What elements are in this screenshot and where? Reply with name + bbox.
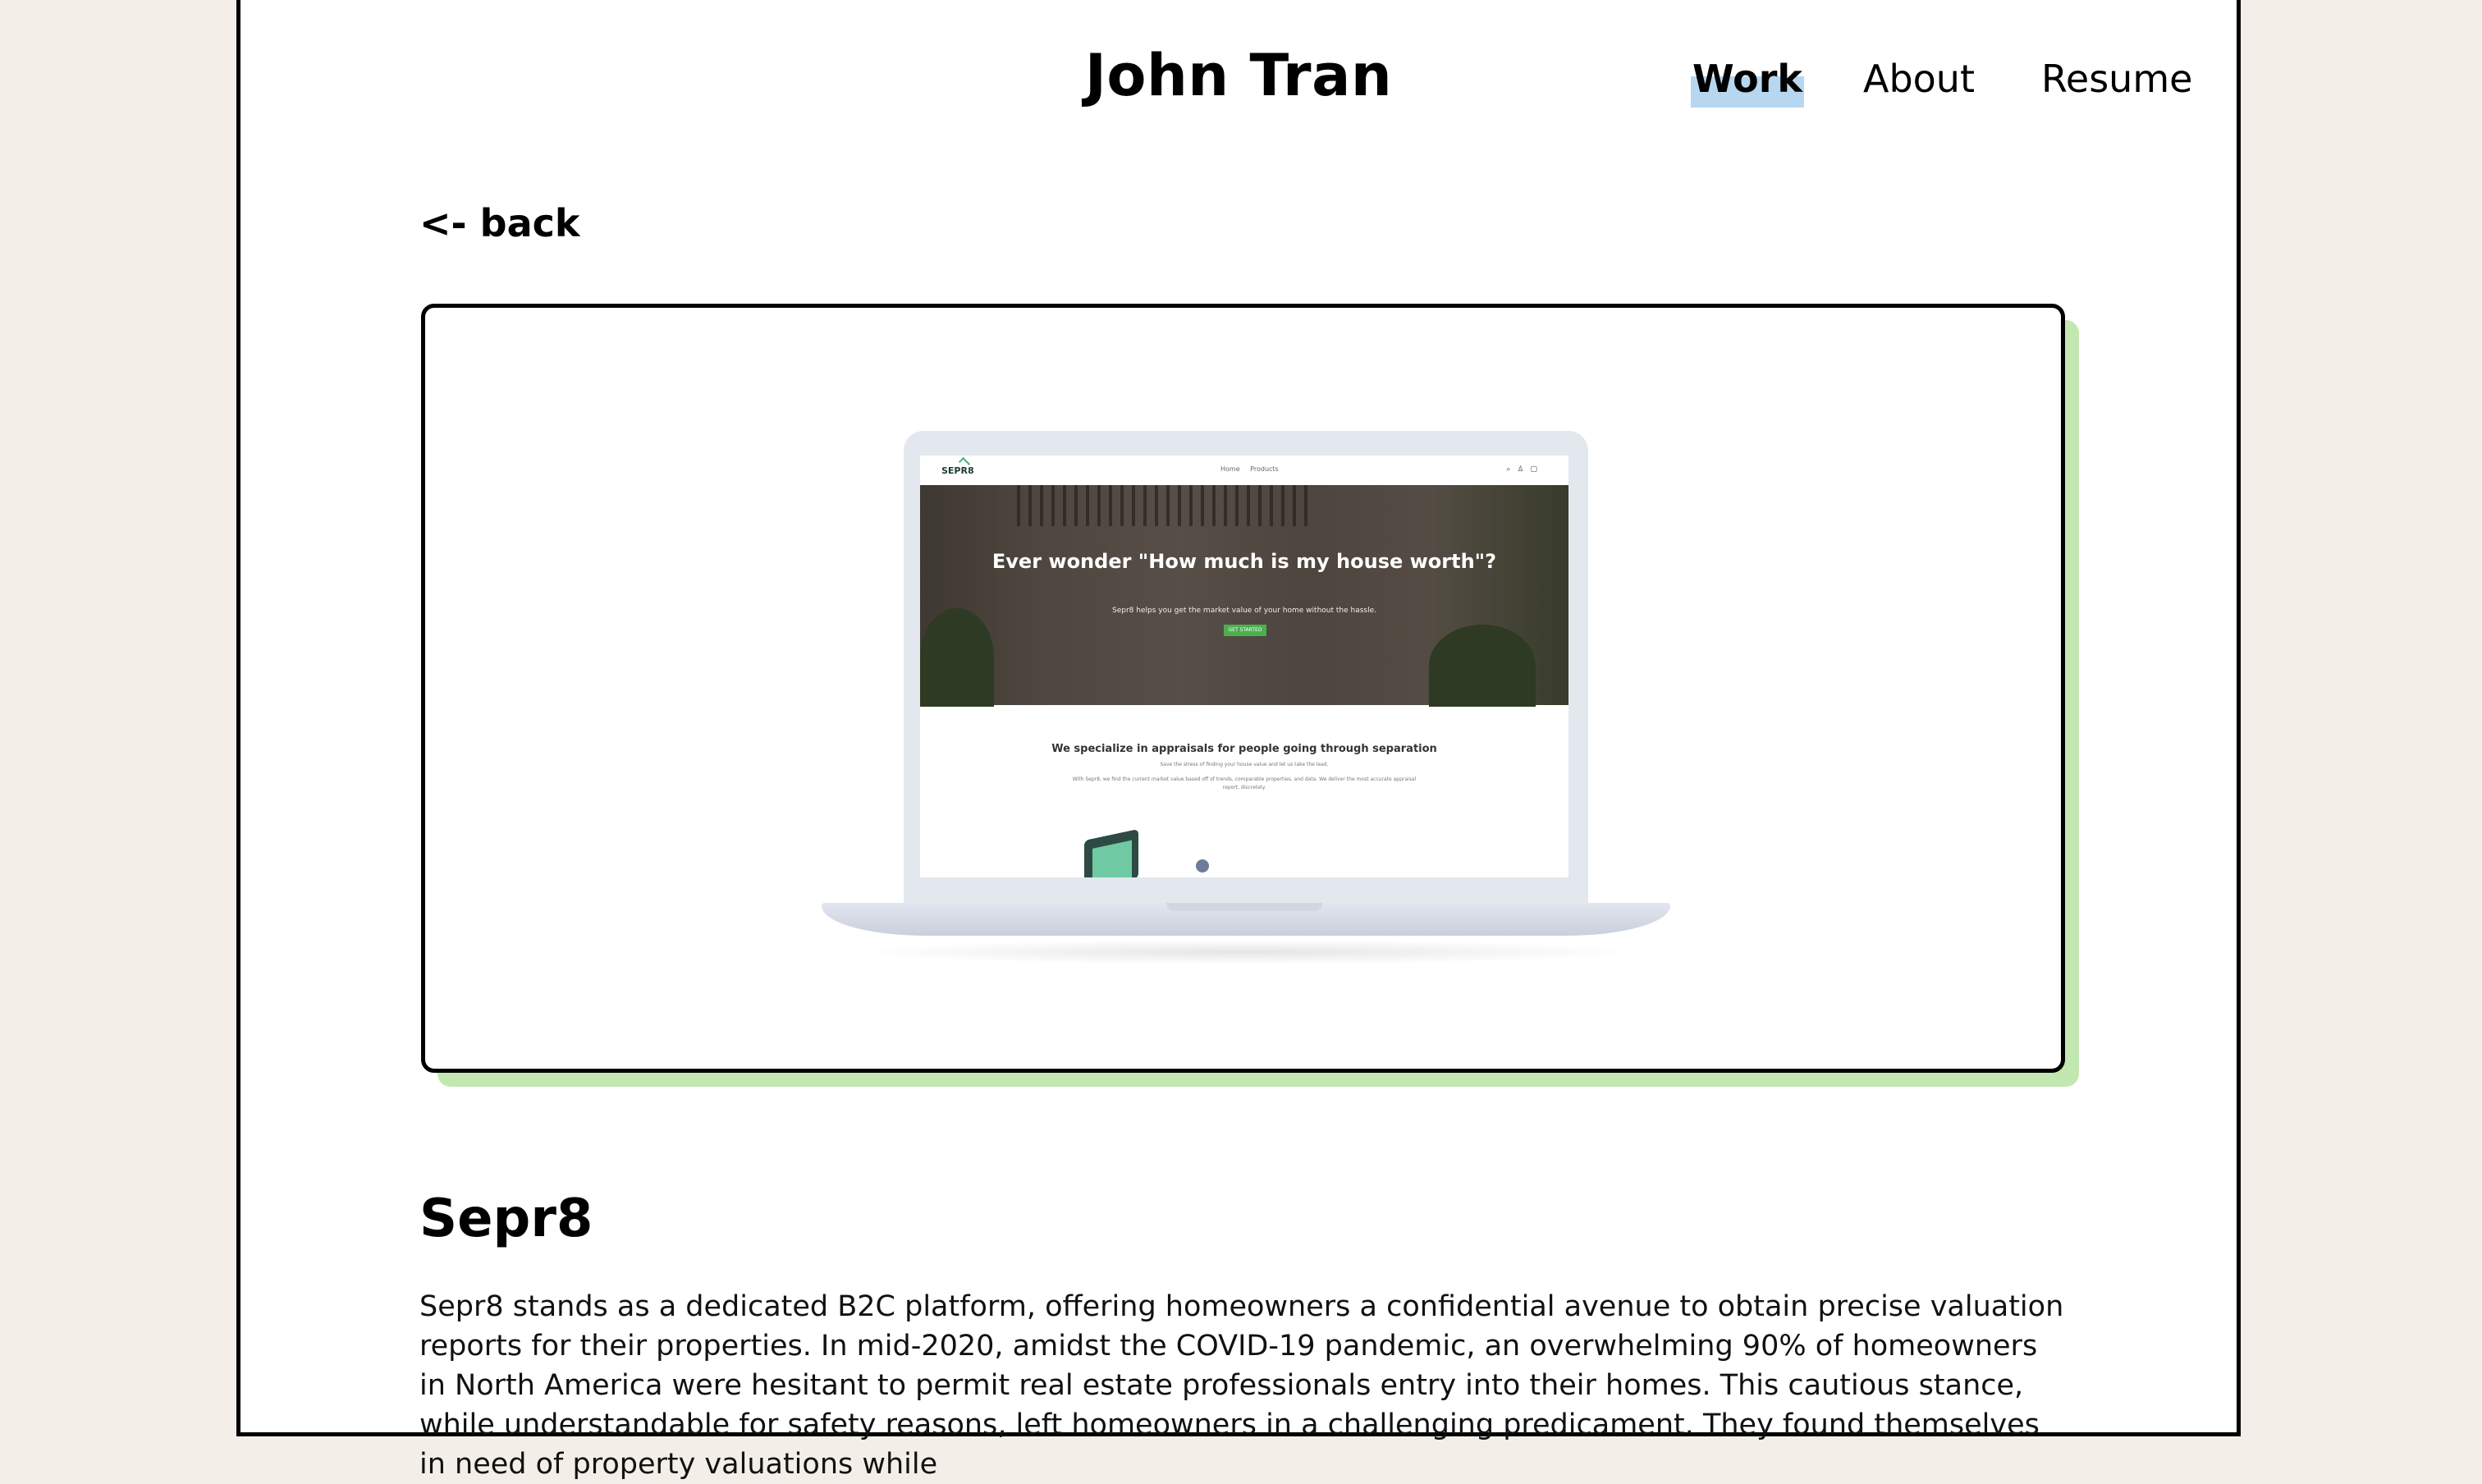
user-icon: ♙ — [1517, 465, 1531, 474]
hero-tree-decoration — [920, 608, 994, 707]
mockup-hero-title: Ever wonder "How much is my house worth"… — [991, 550, 1497, 573]
project-title: Sepr8 — [419, 1188, 593, 1249]
laptop-shadow — [852, 940, 1640, 964]
mockup-hero-subtitle: Sepr8 helps you get the market value of … — [1112, 607, 1376, 615]
search-icon: ⌕ — [1506, 465, 1518, 474]
mockup-icons: ⌕♙▢ — [1506, 465, 1544, 474]
mockup-section-text: Save the stress of finding your house va… — [1160, 762, 1329, 767]
mockup-logo: SEPR8 — [941, 456, 974, 476]
project-image-frame: SEPR8 Home Products ⌕♙▢ Ever wonder "How… — [421, 304, 2065, 1073]
main-nav: Work About Resume — [240, 57, 2237, 114]
hero-tree-decoration — [1429, 625, 1536, 707]
cart-icon: ▢ — [1530, 465, 1544, 474]
mockup-hero: Ever wonder "How much is my house worth"… — [920, 485, 1568, 707]
project-description: Sepr8 stands as a dedicated B2C platform… — [419, 1290, 2064, 1481]
mockup-nav: SEPR8 Home Products ⌕♙▢ — [920, 456, 1568, 485]
back-link[interactable]: <- back — [419, 201, 579, 245]
mockup-hero-button: GET STARTED — [1224, 625, 1266, 636]
mockup-link-home: Home — [1220, 465, 1240, 473]
laptop-notch — [1166, 903, 1322, 911]
person-illustration — [1196, 859, 1209, 873]
laptop-mockup: SEPR8 Home Products ⌕♙▢ Ever wonder "How… — [904, 431, 1588, 907]
nav-item-resume[interactable]: Resume — [2041, 57, 2192, 101]
hero-balcony-decoration — [1017, 485, 1308, 526]
mockup-link-products: Products — [1250, 465, 1279, 473]
mockup-section-text: With Sepr8, we find the current market v… — [1072, 776, 1417, 790]
nav-item-label: Work — [1692, 57, 1802, 101]
nav-item-work[interactable]: Work — [1691, 57, 1804, 108]
mockup-section-title: We specialize in appraisals for people g… — [1051, 743, 1437, 755]
mockup-links: Home Products — [1220, 465, 1287, 473]
laptop-screen: SEPR8 Home Products ⌕♙▢ Ever wonder "How… — [920, 456, 1568, 877]
mockup-logo-text: SEPR8 — [941, 465, 974, 476]
phone-illustration — [1084, 828, 1138, 877]
nav-item-about[interactable]: About — [1863, 57, 1975, 101]
phone-screen — [1092, 840, 1132, 877]
page-container: John Tran Work About Resume <- back SEPR… — [236, 0, 2241, 1481]
